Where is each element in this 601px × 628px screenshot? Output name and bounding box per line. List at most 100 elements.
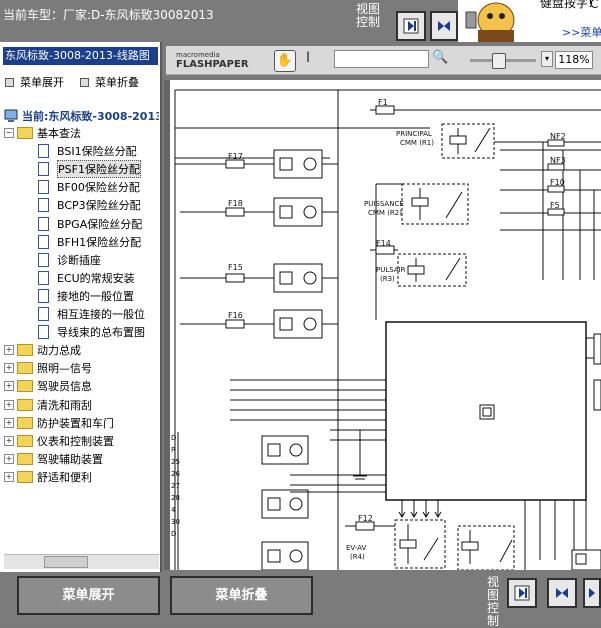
expand-toggle-icon[interactable]: + (4, 471, 14, 482)
relay-label: CMM (R2) (368, 209, 402, 217)
tree-folder[interactable]: + 驾驶辅助装置 (4, 451, 103, 467)
tree-item[interactable]: BF00保险丝分配 (38, 179, 140, 195)
text-cursor-icon: I (306, 50, 311, 66)
view-control-label: 视图控制 (356, 2, 381, 29)
tree-item-label: 相互连接的一般位 (57, 308, 145, 321)
expand-toggle-icon[interactable]: + (4, 453, 14, 464)
more-button-bottom[interactable] (583, 578, 601, 608)
tree-item-label: BPGA保险丝分配 (57, 217, 143, 231)
tree-item[interactable]: ECU的常规安装 (38, 270, 135, 286)
next-page-icon (403, 18, 419, 34)
pin-label: 30 (171, 518, 180, 526)
tree-item[interactable]: 相互连接的一般位 (38, 306, 145, 322)
document-icon (38, 144, 49, 159)
fuse-label: F12 (358, 514, 373, 523)
panel-title: 东风标致-3008-2013-线路图 (3, 47, 158, 65)
tree-folder[interactable]: + 清洗和雨刮 (4, 397, 92, 413)
search-input[interactable] (334, 50, 429, 68)
tree-item-label: 仪表和控制装置 (37, 434, 114, 448)
component-box (273, 263, 323, 293)
text-select-tool[interactable]: I (306, 50, 310, 66)
folder-icon (17, 344, 33, 357)
view-control-label-bottom: 视图控制 (487, 575, 500, 628)
pin-label: 25 (171, 458, 180, 466)
menu-tree: 当前:东风标致-3008-2013 − 基本查法 BSI1保险丝分配 PSF1保险丝分… (4, 108, 159, 554)
tree-folder[interactable]: + 驾驶员信息 (4, 378, 92, 394)
expand-toggle-icon[interactable]: + (4, 417, 14, 428)
menu-expand-link[interactable]: 菜单展开 (5, 74, 64, 90)
menu-collapse-link[interactable]: 菜单折叠 (80, 74, 139, 90)
fuse-label: F18 (228, 199, 243, 208)
tree-item-label: 防护装置和车门 (37, 416, 114, 430)
tree-item[interactable]: 接地的一般位置 (38, 288, 134, 304)
tree-folder[interactable]: + 舒适和便利 (4, 469, 92, 485)
next-page-button-bottom[interactable] (507, 578, 537, 608)
relay-label: PUISSANCE (364, 200, 404, 208)
next-page-button[interactable] (396, 11, 426, 41)
tree-item[interactable]: 诊断插座 (38, 252, 101, 268)
wiring-diagram: F1 F17 F18 F15 F16 F14 NF2 NF3 F10 F5 F12 PRINCIPAL… (171, 89, 601, 570)
search-button[interactable]: 🔍 (432, 50, 448, 65)
tree-item[interactable]: 导线束的总布置图 (38, 324, 145, 340)
tree-item[interactable]: BCP3保险丝分配 (38, 197, 141, 213)
tree-scroll-thumb[interactable] (44, 556, 88, 568)
folder-icon (17, 470, 33, 483)
component-box (273, 197, 323, 227)
fit-page-button[interactable] (430, 11, 458, 41)
folder-icon (17, 434, 33, 447)
zoom-slider-handle[interactable] (492, 53, 506, 69)
tree-item-label: BSI1保险丝分配 (57, 145, 137, 159)
tree-item[interactable]: BSI1保险丝分配 (38, 143, 137, 159)
tree-item-label: 驾驶员信息 (37, 380, 92, 394)
collapse-icon (80, 77, 89, 87)
tree-folder[interactable]: + 防护装置和车门 (4, 415, 114, 431)
document-icon (38, 198, 49, 213)
search-icon: 🔍 (432, 50, 449, 65)
menu-expand-button[interactable]: 菜单展开 (17, 576, 160, 615)
relay-label: PULSAIR (376, 266, 406, 274)
tree-folder[interactable]: + 动力总成 (4, 342, 81, 358)
tree-item[interactable]: BPGA保险丝分配 (38, 216, 142, 232)
relay-label: PRINCIPAL (396, 130, 432, 138)
tree-item[interactable]: BFH1保险丝分配 (38, 234, 141, 250)
component-box (273, 149, 323, 179)
tree-folder[interactable]: + 照明—信号 (4, 360, 92, 376)
fit-page-button-bottom[interactable] (547, 578, 577, 608)
zoom-level[interactable]: 118% (555, 51, 593, 69)
tree-current: 当前:东风标致-3008-2013 (4, 108, 159, 124)
expand-toggle-icon[interactable]: + (4, 381, 14, 392)
chevron-right-icon (589, 588, 595, 598)
fuse-symbol (225, 273, 245, 283)
document-icon (38, 234, 49, 249)
tree-item-label: 导线束的总布置图 (57, 326, 145, 340)
expand-toggle-icon[interactable]: + (4, 363, 14, 374)
fuse-label: F14 (376, 239, 391, 248)
tree-item-label: 照明—信号 (37, 362, 92, 376)
document-icon (38, 252, 49, 267)
flashpaper-logo: macromedia FLASHPAPER (176, 51, 249, 70)
collapse-toggle-icon[interactable]: − (4, 128, 14, 138)
fuse-symbol (225, 207, 245, 217)
tree-item[interactable]: PSF1保险丝分配 (38, 160, 141, 179)
fit-page-icon (438, 21, 450, 31)
hand-tool-button[interactable]: ✋ (274, 50, 296, 72)
wiring-diagram-page[interactable]: F1 F17 F18 F15 F16 F14 NF2 NF3 F10 F5 F12 PRINCIPAL… (170, 80, 601, 570)
expand-toggle-icon[interactable]: + (4, 345, 14, 356)
document-icon (38, 307, 49, 321)
relay-label: CMM (R1) (400, 139, 434, 147)
tree-item-label: 接地的一般位置 (57, 289, 134, 303)
expand-toggle-icon[interactable]: + (4, 435, 14, 446)
folder-icon (17, 362, 33, 375)
zoom-decrease-button[interactable]: ▾ (541, 51, 553, 67)
expand-toggle-icon[interactable]: + (4, 399, 14, 410)
pin-label: R (171, 446, 176, 454)
menu-collapse-button[interactable]: 菜单折叠 (170, 576, 313, 615)
tree-folder[interactable]: − 基本查法 (4, 125, 81, 141)
tree-item-label: PSF1保险丝分配 (57, 160, 141, 179)
component-box (261, 541, 309, 570)
popup-menu-link[interactable]: >>菜单 (562, 24, 601, 40)
fuse-symbol (225, 159, 245, 169)
folder-icon (17, 380, 33, 393)
fuse-label: F1 (378, 98, 388, 107)
tree-folder[interactable]: + 仪表和控制装置 (4, 433, 114, 449)
